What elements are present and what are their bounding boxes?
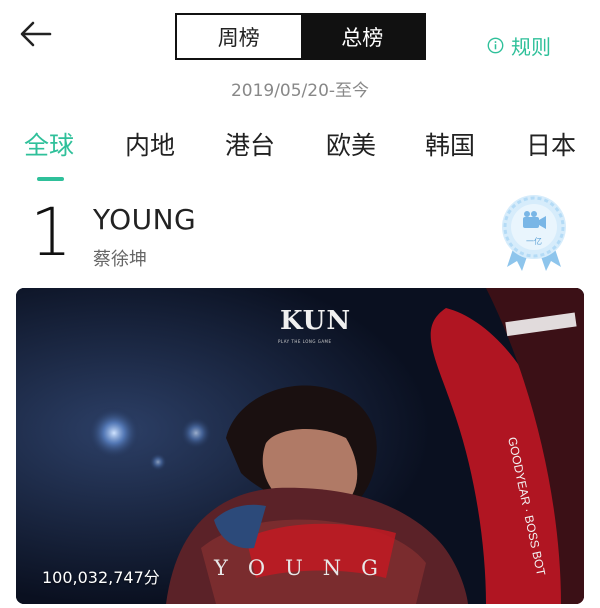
region-tab-mainland[interactable]: 内地: [125, 126, 175, 162]
cover-tagline: PLAY THE LONG GAME: [278, 339, 332, 344]
song-title[interactable]: YOUNG: [93, 203, 196, 236]
cover-logo-text: KUN: [280, 306, 352, 336]
region-tab-western[interactable]: 欧美: [326, 126, 376, 162]
info-icon: [487, 37, 504, 54]
region-tab-korea[interactable]: 韩国: [425, 126, 475, 162]
region-tab-hk-tw[interactable]: 港台: [225, 126, 275, 162]
artist-name[interactable]: 蔡徐坤: [93, 245, 147, 271]
region-tab-japan[interactable]: 日本: [526, 126, 576, 162]
hundred-million-medal[interactable]: 一亿: [497, 193, 571, 275]
date-range: 2019/05/20-至今: [230, 81, 370, 101]
back-arrow-icon[interactable]: [18, 16, 54, 52]
cover-art[interactable]: GOODYEAR · BOSS BOT KUN PLAY THE LONG GA…: [16, 288, 584, 604]
score-value: 100,032,747分: [42, 568, 160, 587]
cover-song-text: YOUNG: [214, 556, 398, 580]
medal-label: 一亿: [526, 236, 542, 246]
region-tabs: 全球 内地 港台 欧美 韩国 日本: [0, 126, 600, 186]
tab-weekly[interactable]: 周榜: [177, 15, 301, 58]
rules-link[interactable]: 规则: [487, 31, 551, 60]
chart-period-toggle: 周榜 总榜: [175, 13, 426, 60]
rank-number: 1: [30, 194, 72, 271]
tab-all-time[interactable]: 总榜: [300, 15, 424, 58]
active-tab-indicator: [37, 177, 64, 181]
region-tab-global[interactable]: 全球: [24, 126, 74, 162]
rules-label: 规则: [511, 35, 551, 59]
